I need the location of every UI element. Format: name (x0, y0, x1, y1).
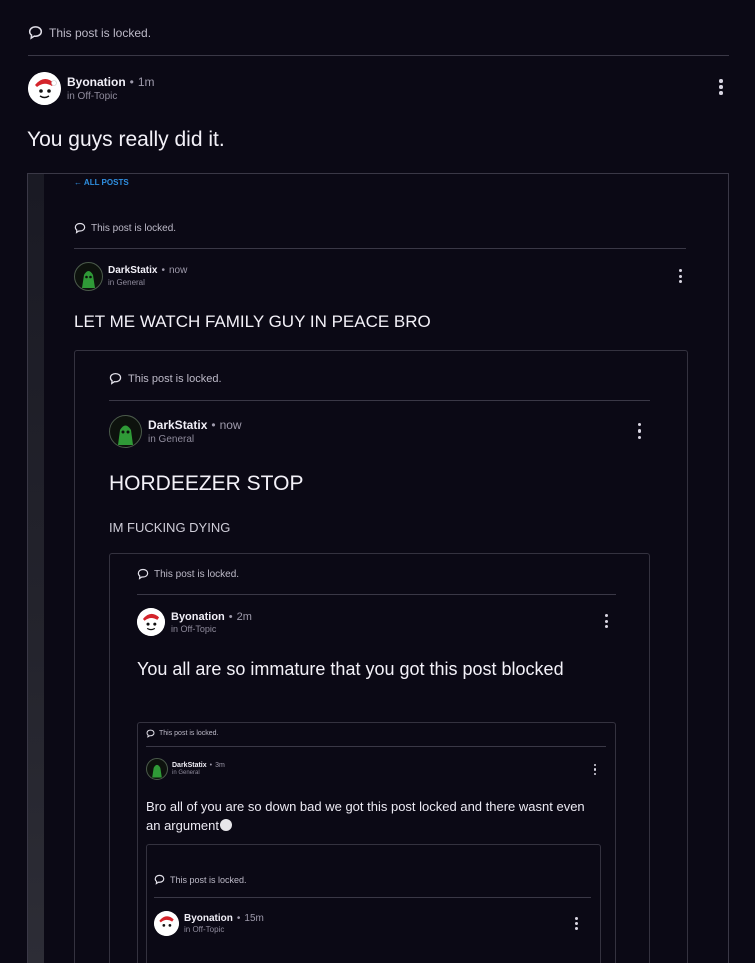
timestamp: 1m (137, 74, 155, 89)
community-link[interactable]: in Off-Topic (171, 624, 252, 634)
author-name[interactable]: Byonation (171, 611, 225, 623)
divider (28, 55, 729, 56)
post-body: Bro all of you are so down bad we got th… (146, 797, 586, 835)
avatar[interactable] (146, 758, 168, 780)
post-title: LET ME WATCH FAMILY GUY IN PEACE BRO (74, 312, 431, 331)
divider (146, 746, 606, 747)
post-body: IM FUCKING DYING (109, 520, 231, 535)
locked-notice: This post is locked. (154, 874, 247, 885)
post-title: You guys really did it. (27, 128, 225, 151)
quoted-post-card[interactable]: This post is locked. Byonation • 2m in O… (109, 553, 650, 963)
community-link[interactable]: in General (172, 770, 225, 776)
avatar-image (28, 71, 61, 105)
divider (74, 248, 686, 249)
separator-dot: • (161, 265, 165, 276)
quoted-post-card[interactable]: This post is locked. Byonation • 15m in … (146, 844, 601, 963)
separator-dot: • (236, 912, 241, 924)
timestamp: 15m (244, 912, 264, 924)
author-name[interactable]: DarkStatix (148, 418, 207, 432)
more-options-icon[interactable] (637, 423, 642, 439)
more-options-icon[interactable] (678, 269, 683, 283)
author-name[interactable]: DarkStatix (108, 265, 157, 276)
avatar[interactable] (109, 414, 142, 448)
skull-emoji-icon (220, 819, 232, 831)
avatar[interactable] (74, 261, 103, 291)
locked-notice: This post is locked. (28, 25, 151, 40)
separator-dot: • (129, 74, 134, 89)
author-name[interactable]: Byonation (184, 913, 233, 924)
timestamp: 3m (215, 762, 225, 769)
post-header: DarkStatix • now in General (109, 413, 654, 449)
locked-text: This post is locked. (154, 568, 240, 580)
avatar-image (82, 270, 95, 288)
locked-notice: This post is locked. (109, 372, 222, 385)
quoted-post-card[interactable]: This post is locked. DarkStatix • now in… (74, 350, 688, 963)
divider (154, 897, 591, 898)
more-options-icon[interactable] (604, 614, 609, 628)
avatar[interactable] (28, 71, 61, 105)
community-link[interactable]: in Off-Topic (184, 925, 264, 934)
locked-notice: This post is locked. (146, 729, 219, 738)
community-link[interactable]: in General (148, 434, 242, 445)
embedded-screenshot: ← ALL POSTS This post is locked. DarkSta… (27, 173, 729, 963)
timestamp: 2m (236, 610, 252, 623)
post-header: DarkStatix • now in General (74, 260, 694, 292)
author-name[interactable]: DarkStatix (172, 762, 207, 769)
post-header: Byonation • 15m in Off-Topic (154, 909, 594, 937)
post-title: You all are so immature that you got thi… (137, 659, 564, 679)
timestamp: now (219, 417, 242, 432)
locked-text: This post is locked. (91, 222, 177, 234)
speech-bubble-icon (74, 222, 86, 234)
post-title: HORDEEZER STOP (109, 472, 304, 495)
divider (137, 594, 616, 595)
speech-bubble-icon (109, 372, 122, 385)
post-header: Byonation • 1m in Off-Topic (28, 70, 728, 106)
separator-dot: • (211, 417, 216, 432)
post-header: Byonation • 2m in Off-Topic (137, 607, 617, 637)
avatar-image (152, 764, 162, 778)
community-link[interactable]: in Off-Topic (67, 91, 155, 102)
avatar-image (154, 910, 179, 936)
separator-dot: • (209, 762, 213, 769)
avatar[interactable] (154, 910, 179, 936)
screenshot-left-strip (28, 174, 44, 963)
avatar-image (137, 608, 165, 636)
outer-post: This post is locked. Byonation • 1m in O… (0, 0, 755, 963)
more-options-icon[interactable] (574, 917, 579, 930)
separator-dot: • (228, 610, 233, 623)
quoted-post-card[interactable]: This post is locked. DarkStatix • 3m in … (137, 722, 616, 963)
locked-text: This post is locked. (170, 874, 247, 885)
locked-notice: This post is locked. (74, 222, 176, 234)
speech-bubble-icon (146, 729, 155, 738)
post-header: DarkStatix • 3m in General (146, 757, 608, 781)
community-link[interactable]: in General (108, 278, 187, 287)
avatar[interactable] (137, 608, 165, 636)
divider (109, 400, 650, 401)
more-options-icon[interactable] (593, 764, 597, 775)
post-body-text: Bro all of you are so down bad we got th… (146, 799, 585, 833)
all-posts-link[interactable]: ← ALL POSTS (74, 178, 129, 187)
timestamp: now (168, 265, 188, 276)
speech-bubble-icon (28, 26, 43, 40)
avatar-image (118, 425, 133, 445)
author-name[interactable]: Byonation (67, 75, 126, 89)
locked-text: This post is locked. (128, 372, 222, 385)
speech-bubble-icon (154, 874, 165, 885)
locked-text: This post is locked. (159, 730, 219, 737)
locked-text: This post is locked. (49, 25, 152, 40)
speech-bubble-icon (137, 568, 149, 580)
more-options-icon[interactable] (718, 79, 724, 95)
locked-notice: This post is locked. (137, 568, 239, 580)
